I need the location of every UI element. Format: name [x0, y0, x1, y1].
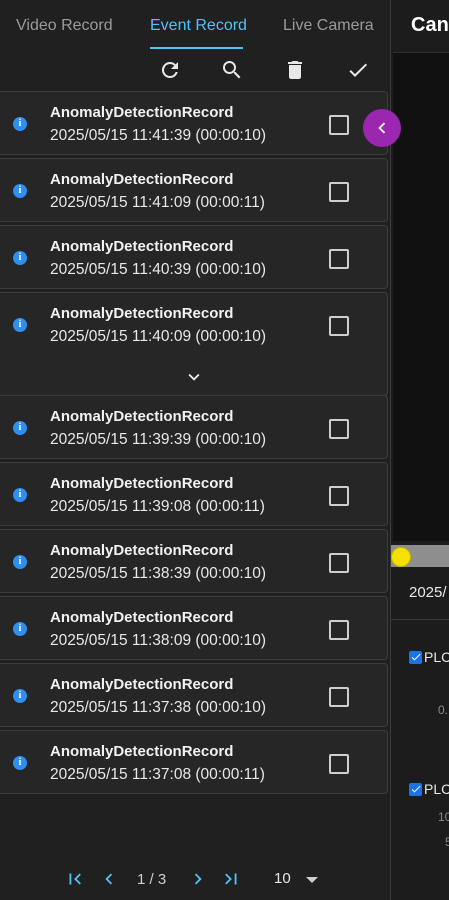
- chevron-down-icon[interactable]: [306, 877, 318, 883]
- previous-page-icon[interactable]: [98, 868, 120, 890]
- record-title: AnomalyDetectionRecord: [50, 475, 234, 492]
- info-icon: i: [13, 756, 27, 770]
- info-icon: i: [13, 318, 27, 332]
- list-item[interactable]: i AnomalyDetectionRecord 2025/05/15 11:4…: [0, 91, 388, 155]
- collapse-panel-button[interactable]: [363, 109, 401, 147]
- check-icon: [349, 63, 367, 77]
- record-title: AnomalyDetectionRecord: [50, 408, 234, 425]
- info-icon: i: [13, 184, 27, 198]
- info-icon: i: [13, 689, 27, 703]
- axis-value: 10: [438, 810, 449, 824]
- record-time: 2025/05/15 11:41:39 (00:00:10): [50, 127, 267, 144]
- checkbox-checked-icon[interactable]: [409, 782, 422, 796]
- record-time: 2025/05/15 11:40:39 (00:00:10): [50, 261, 267, 278]
- refresh-button[interactable]: [156, 56, 184, 84]
- info-icon: i: [13, 555, 27, 569]
- info-icon: i: [13, 488, 27, 502]
- record-title: AnomalyDetectionRecord: [50, 609, 234, 626]
- record-checkbox[interactable]: [329, 419, 349, 439]
- axis-value: 5: [445, 835, 449, 849]
- record-checkbox[interactable]: [329, 553, 349, 573]
- record-time: 2025/05/15 11:39:08 (00:00:11): [50, 498, 265, 515]
- record-title: AnomalyDetectionRecord: [50, 238, 234, 255]
- list-item[interactable]: i AnomalyDetectionRecord 2025/05/15 11:3…: [0, 529, 388, 593]
- next-page-icon[interactable]: [187, 868, 209, 890]
- toolbar: [0, 56, 390, 86]
- record-checkbox[interactable]: [329, 316, 349, 336]
- record-time: 2025/05/15 11:37:08 (00:00:11): [50, 766, 265, 783]
- record-checkbox[interactable]: [329, 687, 349, 707]
- tab-bar: Video Record Event Record Live Camera: [0, 0, 390, 52]
- first-page-icon[interactable]: [64, 868, 86, 890]
- pagination: 1 / 3 10: [0, 866, 390, 894]
- timeline-scrubber[interactable]: [391, 547, 411, 567]
- record-time: 2025/05/15 11:41:09 (00:00:11): [50, 194, 265, 211]
- record-checkbox[interactable]: [329, 115, 349, 135]
- camera-panel-title: Can: [411, 14, 449, 36]
- plc-label: PLC: [424, 649, 449, 665]
- record-time: 2025/05/15 11:39:39 (00:00:10): [50, 431, 267, 448]
- record-title: AnomalyDetectionRecord: [50, 542, 234, 559]
- record-time: 2025/05/15 11:38:39 (00:00:10): [50, 565, 267, 582]
- confirm-button[interactable]: [344, 56, 372, 84]
- list-item[interactable]: i AnomalyDetectionRecord 2025/05/15 11:3…: [0, 462, 388, 526]
- record-checkbox[interactable]: [329, 486, 349, 506]
- info-icon: i: [13, 117, 27, 131]
- timeline-date: 2025/: [409, 584, 447, 601]
- list-item[interactable]: i AnomalyDetectionRecord 2025/05/15 11:3…: [0, 730, 388, 794]
- divider: [391, 619, 449, 620]
- tab-event-record[interactable]: Event Record: [150, 17, 247, 35]
- active-tab-indicator: [150, 47, 243, 49]
- trash-icon: [288, 61, 302, 79]
- delete-button[interactable]: [281, 56, 309, 84]
- record-time: 2025/05/15 11:37:38 (00:00:10): [50, 699, 267, 716]
- info-icon: i: [13, 421, 27, 435]
- search-button[interactable]: [218, 56, 246, 84]
- page-size-select[interactable]: 10: [274, 870, 291, 887]
- refresh-icon: [161, 61, 178, 78]
- record-title: AnomalyDetectionRecord: [50, 305, 234, 322]
- plc-toggle-2[interactable]: PLC: [409, 781, 449, 797]
- checkbox-checked-icon[interactable]: [409, 650, 422, 664]
- list-item[interactable]: i AnomalyDetectionRecord 2025/05/15 11:3…: [0, 663, 388, 727]
- axis-value: 0.: [438, 703, 449, 717]
- expand-button[interactable]: [182, 366, 206, 388]
- list-item[interactable]: i AnomalyDetectionRecord 2025/05/15 11:3…: [0, 395, 388, 459]
- record-checkbox[interactable]: [329, 620, 349, 640]
- page-indicator: 1 / 3: [137, 871, 167, 888]
- chevron-left-icon: [378, 122, 386, 134]
- info-icon: i: [13, 251, 27, 265]
- list-item[interactable]: i AnomalyDetectionRecord 2025/05/15 11:4…: [0, 225, 388, 289]
- list-item[interactable]: i AnomalyDetectionRecord 2025/05/15 11:4…: [0, 158, 388, 222]
- video-player[interactable]: [393, 52, 449, 541]
- record-title: AnomalyDetectionRecord: [50, 743, 234, 760]
- record-title: AnomalyDetectionRecord: [50, 676, 234, 693]
- list-item[interactable]: i AnomalyDetectionRecord 2025/05/15 11:3…: [0, 596, 388, 660]
- record-title: AnomalyDetectionRecord: [50, 104, 234, 121]
- info-icon: i: [13, 622, 27, 636]
- record-checkbox[interactable]: [329, 249, 349, 269]
- record-time: 2025/05/15 11:40:09 (00:00:10): [50, 328, 267, 345]
- record-checkbox[interactable]: [329, 754, 349, 774]
- record-checkbox[interactable]: [329, 182, 349, 202]
- search-icon: [223, 61, 241, 79]
- tab-live-camera[interactable]: Live Camera: [283, 17, 374, 35]
- plc-toggle-1[interactable]: PLC: [409, 649, 449, 665]
- plc-label: PLC: [424, 781, 449, 797]
- record-panel: Video Record Event Record Live Camera i …: [0, 0, 390, 900]
- chevron-down-icon: [188, 373, 200, 381]
- tab-video-record[interactable]: Video Record: [16, 17, 113, 35]
- last-page-icon[interactable]: [220, 868, 242, 890]
- record-time: 2025/05/15 11:38:09 (00:00:10): [50, 632, 267, 649]
- record-title: AnomalyDetectionRecord: [50, 171, 234, 188]
